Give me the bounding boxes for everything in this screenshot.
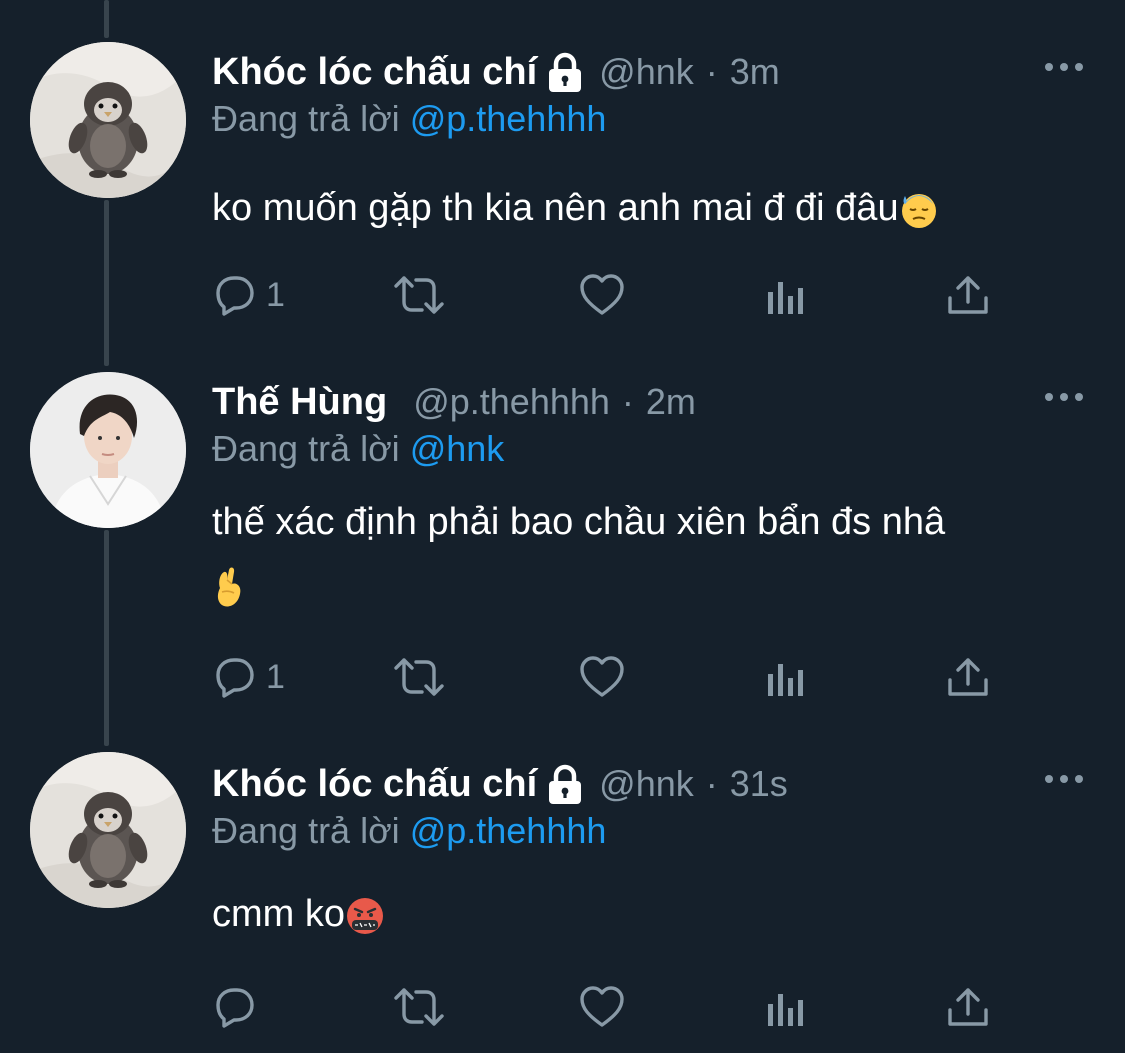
user-handle[interactable]: @hnk — [599, 51, 694, 93]
display-name[interactable]: Khóc lóc chấu chí — [212, 51, 537, 94]
tweet-text-content: thế xác định phải bao chầu xiên bẩn đs n… — [212, 501, 946, 543]
tweet[interactable]: Khóc lóc chấu chí @hnk · 31s Đang trả lờ… — [0, 712, 1125, 1053]
replying-to-label: Đang trả lời — [212, 810, 400, 851]
share-icon — [948, 988, 988, 1026]
tweet-actions: 1 — [212, 270, 1012, 320]
retweet-button[interactable] — [392, 270, 446, 320]
retweet-button[interactable] — [392, 652, 446, 702]
replying-to: Đang trả lời @hnk — [212, 428, 504, 470]
separator-dot: · — [705, 763, 718, 804]
tweet-text: cmm ko — [212, 882, 1092, 946]
share-button[interactable] — [946, 270, 990, 320]
analytics-button[interactable] — [766, 270, 806, 320]
timestamp[interactable]: 3m — [730, 51, 780, 93]
more-icon[interactable] — [1043, 772, 1085, 786]
timestamp[interactable]: 2m — [646, 381, 696, 423]
user-handle[interactable]: @hnk — [599, 763, 694, 805]
tweet-text-content: ko muốn gặp th kia nên anh mai đ đi đâu — [212, 187, 899, 229]
like-button[interactable] — [578, 270, 626, 320]
tweet-header: Thế Hùng @p.thehhhh · 2m — [212, 378, 696, 426]
face-with-symbols-on-mouth-icon — [347, 897, 383, 934]
lock-icon — [549, 764, 582, 804]
retweet-icon — [394, 276, 444, 314]
replying-to-label: Đang trả lời — [212, 98, 400, 139]
tweet[interactable]: Khóc lóc chấu chí @hnk · 3m Đang trả lời… — [0, 0, 1125, 345]
reply-icon — [216, 658, 254, 698]
display-name[interactable]: Thế Hùng — [212, 381, 387, 424]
analytics-icon — [768, 282, 803, 314]
tweet-header: Khóc lóc chấu chí @hnk · 3m — [212, 48, 780, 96]
like-icon — [580, 274, 624, 315]
like-button[interactable] — [578, 982, 626, 1032]
analytics-button[interactable] — [766, 652, 806, 702]
share-button[interactable] — [946, 652, 990, 702]
share-button[interactable] — [946, 982, 990, 1032]
penguin-plush-avatar-image — [30, 42, 186, 198]
mention-link[interactable]: @p.thehhhh — [410, 810, 607, 851]
reply-button[interactable]: 1 — [212, 652, 285, 702]
reply-count: 1 — [266, 657, 285, 696]
share-icon — [948, 276, 988, 314]
replying-to: Đang trả lời @p.thehhhh — [212, 810, 606, 852]
mention-link[interactable]: @hnk — [410, 428, 505, 469]
avatar[interactable] — [30, 752, 186, 908]
timestamp[interactable]: 31s — [730, 763, 788, 805]
lock-icon — [549, 52, 582, 92]
like-icon — [580, 986, 624, 1027]
more-icon[interactable] — [1043, 60, 1085, 74]
avatar[interactable] — [30, 42, 186, 198]
reply-button[interactable] — [212, 982, 266, 1032]
crossed-fingers-icon — [217, 567, 241, 607]
replying-to-label: Đang trả lời — [212, 428, 400, 469]
tweet-actions — [212, 982, 1012, 1032]
tweet-text: thế xác định phải bao chầu xiên bẩn đs n… — [212, 490, 1092, 618]
tweet-text-content: cmm ko — [212, 893, 345, 935]
downcast-face-with-sweat-icon — [901, 193, 936, 228]
user-handle[interactable]: @p.thehhhh — [413, 381, 610, 423]
tweet-text: ko muốn gặp th kia nên anh mai đ đi đâu — [212, 176, 1092, 240]
reply-button[interactable]: 1 — [212, 270, 285, 320]
mention-link[interactable]: @p.thehhhh — [410, 98, 607, 139]
retweet-button[interactable] — [392, 982, 446, 1032]
penguin-plush-avatar-image — [30, 752, 186, 908]
reply-icon — [216, 988, 254, 1028]
retweet-icon — [394, 988, 444, 1026]
person-avatar-image — [30, 372, 186, 528]
analytics-icon — [768, 994, 803, 1026]
display-name[interactable]: Khóc lóc chấu chí — [212, 763, 537, 806]
analytics-icon — [768, 664, 803, 696]
more-icon[interactable] — [1043, 390, 1085, 404]
like-button[interactable] — [578, 652, 626, 702]
like-icon — [580, 656, 624, 697]
avatar[interactable] — [30, 372, 186, 528]
tweet-header: Khóc lóc chấu chí @hnk · 31s — [212, 760, 788, 808]
reply-icon — [216, 276, 254, 316]
tweet-actions: 1 — [212, 652, 1012, 702]
share-icon — [948, 658, 988, 696]
tweet[interactable]: Thế Hùng @p.thehhhh · 2m Đang trả lời @hn… — [0, 330, 1125, 730]
reply-count: 1 — [266, 275, 285, 314]
retweet-icon — [394, 658, 444, 696]
replying-to: Đang trả lời @p.thehhhh — [212, 98, 606, 140]
analytics-button[interactable] — [766, 982, 806, 1032]
separator-dot: · — [705, 51, 718, 92]
separator-dot: · — [621, 381, 634, 422]
